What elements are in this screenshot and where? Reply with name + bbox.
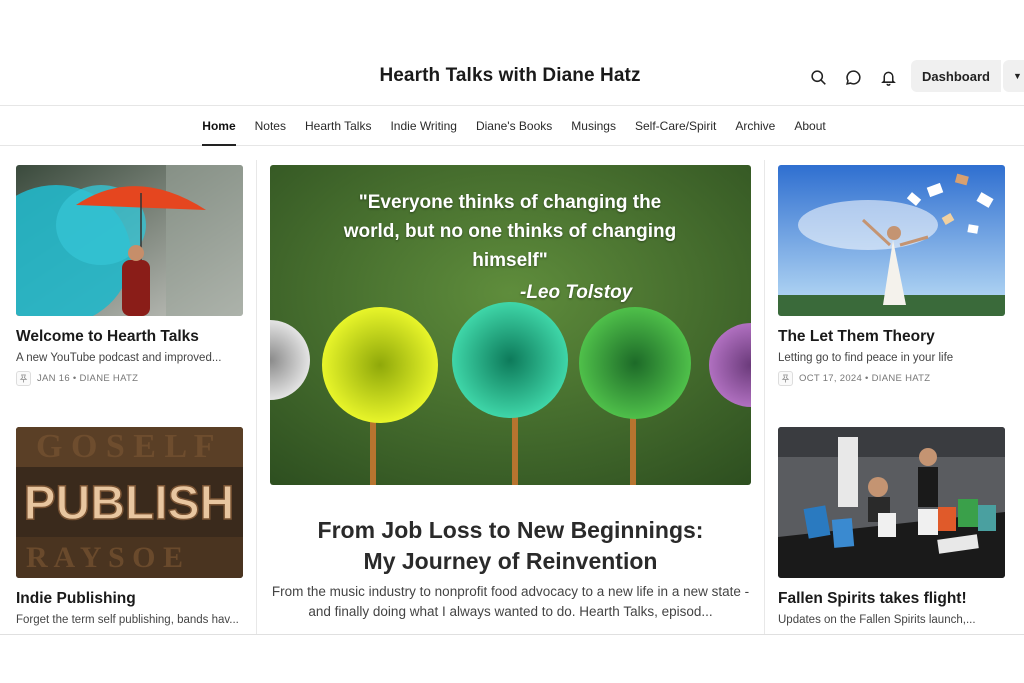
post-image-book-fair[interactable] xyxy=(778,427,1005,578)
post-meta: JAN 16 • DIANE HATZ xyxy=(16,371,138,386)
post-subtitle: A new YouTube podcast and improved... xyxy=(16,352,222,364)
dashboard-button[interactable]: Dashboard xyxy=(911,60,1001,92)
post-subtitle: Letting go to find peace in your life xyxy=(778,352,954,364)
site-header: Hearth Talks with Diane Hatz Dashboard ▼ xyxy=(0,50,1024,106)
featured-image-quote: "Everyone thinks of changing the world, … xyxy=(343,192,677,271)
chat-icon[interactable] xyxy=(843,67,863,87)
post-title[interactable]: Indie Publishing xyxy=(16,590,136,608)
post-image-let-them[interactable] xyxy=(778,165,1005,316)
featured-post-title[interactable]: From Job Loss to New Beginnings: My Jour… xyxy=(270,515,751,577)
post-subtitle: Forget the term self publishing, bands h… xyxy=(16,614,239,626)
post-date-author: OCT 17, 2024 • DIANE HATZ xyxy=(799,373,931,384)
column-divider xyxy=(256,160,257,635)
pin-icon xyxy=(778,371,793,386)
main-nav: Home Notes Hearth Talks Indie Writing Di… xyxy=(0,106,1024,146)
post-meta: OCT 17, 2024 • DIANE HATZ xyxy=(778,371,930,386)
pin-icon xyxy=(16,371,31,386)
featured-image-quote-author: -Leo Tolstoy xyxy=(520,282,633,303)
nav-item-notes[interactable]: Notes xyxy=(255,106,286,146)
featured-title-line2: My Journey of Reinvention xyxy=(363,548,658,574)
nav-item-archive[interactable]: Archive xyxy=(735,106,775,146)
nav-item-dianes-books[interactable]: Diane's Books xyxy=(476,106,552,146)
svg-text:PUBLISH: PUBLISH xyxy=(24,477,235,530)
nav-item-indie-writing[interactable]: Indie Writing xyxy=(390,106,456,146)
bell-icon[interactable] xyxy=(878,67,898,87)
search-icon[interactable] xyxy=(808,67,828,87)
nav-item-hearth-talks[interactable]: Hearth Talks xyxy=(305,106,371,146)
site-title[interactable]: Hearth Talks with Diane Hatz xyxy=(0,65,1020,87)
nav-item-self-care-spirit[interactable]: Self-Care/Spirit xyxy=(635,106,716,146)
featured-title-line1: From Job Loss to New Beginnings: xyxy=(317,517,704,543)
post-title[interactable]: Fallen Spirits takes flight! xyxy=(778,590,967,608)
nav-item-home[interactable]: Home xyxy=(202,106,236,146)
post-image-publish[interactable]: G O S E L F PUBLISH R A Y S O E xyxy=(16,427,243,578)
post-subtitle: Updates on the Fallen Spirits launch,... xyxy=(778,614,976,626)
post-image-umbrella[interactable] xyxy=(16,165,243,316)
post-date-author: JAN 16 • DIANE HATZ xyxy=(37,373,139,384)
svg-text:G O S E L F: G O S E L F xyxy=(36,428,215,465)
svg-text:R A Y S O E: R A Y S O E xyxy=(26,541,183,574)
post-title[interactable]: Welcome to Hearth Talks xyxy=(16,328,199,346)
nav-item-musings[interactable]: Musings xyxy=(571,106,616,146)
nav-item-about[interactable]: About xyxy=(794,106,825,146)
post-title[interactable]: The Let Them Theory xyxy=(778,328,935,346)
column-divider xyxy=(764,160,765,635)
featured-post-subtitle: From the music industry to nonprofit foo… xyxy=(271,584,750,619)
page-bottom-edge xyxy=(0,634,1024,683)
caret-down-icon[interactable]: ▼ xyxy=(1003,60,1024,92)
